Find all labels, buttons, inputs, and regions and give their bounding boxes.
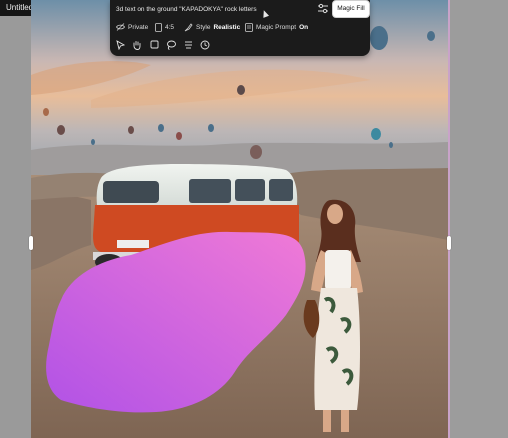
hand-icon — [133, 40, 141, 50]
brush-icon — [184, 22, 193, 31]
left-resize-handle[interactable] — [29, 236, 33, 250]
style-value: Realistic — [213, 23, 241, 31]
square-icon — [150, 40, 158, 49]
magic-fill-button[interactable]: Magic Fill — [332, 0, 370, 18]
rectangle-tool[interactable] — [148, 38, 160, 51]
prompt-row — [110, 0, 370, 18]
right-margin — [448, 0, 508, 438]
left-margin — [0, 16, 31, 438]
aspect-ratio-value: 4:5 — [165, 23, 175, 31]
style-select[interactable]: Style Realistic — [184, 20, 240, 34]
magic-prompt-label: Magic Prompt — [256, 23, 297, 31]
history-tool[interactable] — [199, 38, 211, 51]
select-tool[interactable] — [114, 38, 126, 51]
hand-tool[interactable] — [131, 38, 143, 51]
history-icon — [200, 40, 210, 49]
document-icon — [245, 22, 253, 32]
tools-row — [114, 38, 211, 52]
layers-tool[interactable] — [182, 38, 194, 51]
prompt-input[interactable] — [116, 3, 312, 16]
privacy-toggle[interactable]: Private — [116, 20, 148, 34]
prompt-toolbar: Private 4:5 Style Realistic Magic Prompt… — [110, 0, 370, 56]
stack-icon — [184, 41, 192, 48]
lasso-icon — [167, 40, 176, 50]
sliders-icon — [318, 3, 328, 14]
aspect-ratio-icon — [155, 22, 162, 32]
prompt-settings-button[interactable] — [316, 2, 330, 15]
aspect-ratio-select[interactable]: 4:5 — [155, 20, 174, 34]
pointer-icon — [115, 39, 125, 50]
style-label: Style — [196, 23, 211, 31]
canvas-edge — [448, 0, 450, 438]
right-resize-handle[interactable] — [447, 236, 451, 250]
magic-prompt-value: On — [299, 23, 309, 31]
privacy-label: Private — [128, 23, 149, 31]
canvas-image[interactable] — [31, 0, 448, 438]
lasso-tool[interactable] — [165, 38, 177, 51]
eye-off-icon — [116, 23, 125, 31]
magic-prompt-toggle[interactable]: Magic Prompt On — [245, 20, 308, 34]
options-row: Private 4:5 Style Realistic Magic Prompt… — [110, 20, 370, 34]
